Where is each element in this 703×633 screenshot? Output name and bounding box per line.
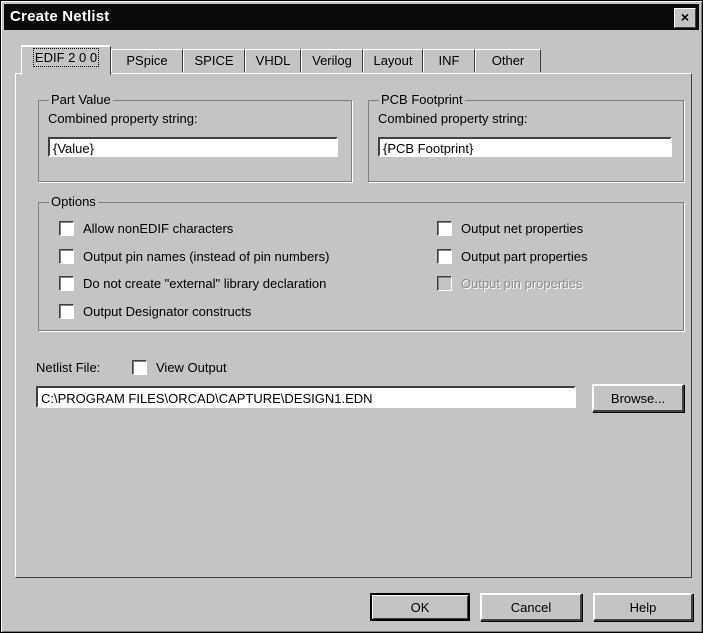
tab-spice-label: SPICE [194, 53, 234, 68]
output-pin-properties-checkbox: Output pin properties [437, 274, 582, 292]
tab-spice[interactable]: SPICE [183, 49, 245, 72]
tab-layout[interactable]: Layout [363, 49, 423, 72]
browse-button-label: Browse... [610, 391, 666, 406]
output-part-properties-label: Output part properties [461, 248, 588, 264]
allow-nonedif-checkbox[interactable]: Allow nonEDIF characters [59, 219, 233, 237]
help-button-label: Help [629, 600, 657, 615]
title-bar: Create Netlist × [4, 4, 699, 30]
output-designator-checkbox[interactable]: Output Designator constructs [59, 302, 251, 320]
checkbox-box[interactable] [59, 275, 74, 291]
output-net-properties-checkbox[interactable]: Output net properties [437, 219, 583, 237]
create-netlist-dialog: Create Netlist × EDIF 2 0 0 PSpice SPICE… [0, 0, 703, 633]
pcb-footprint-label: Combined property string: [378, 111, 528, 126]
netlist-path-input[interactable]: C:\PROGRAM FILES\ORCAD\CAPTURE\DESIGN1.E… [36, 386, 576, 408]
ok-button-label: OK [410, 600, 430, 615]
allow-nonedif-label: Allow nonEDIF characters [83, 220, 234, 236]
tab-panel: Part Value Combined property string: {Va… [15, 73, 692, 578]
tab-pspice-label: PSpice [126, 53, 168, 68]
pcb-footprint-input[interactable]: {PCB Footprint} [378, 137, 672, 157]
tab-vhdl[interactable]: VHDL [245, 49, 301, 72]
part-value-group: Part Value Combined property string: {Va… [38, 92, 352, 182]
ok-button[interactable]: OK [370, 593, 470, 621]
pcb-footprint-group: PCB Footprint Combined property string: … [368, 92, 684, 182]
tab-other[interactable]: Other [475, 49, 541, 72]
close-button[interactable]: × [674, 8, 696, 28]
no-external-library-label: Do not create "external" library declara… [83, 275, 327, 291]
tab-verilog[interactable]: Verilog [301, 49, 363, 72]
pcb-footprint-legend: PCB Footprint [379, 92, 465, 107]
output-pin-names-label: Output pin names (instead of pin numbers… [83, 248, 330, 264]
tab-vhdl-label: VHDL [255, 53, 291, 68]
view-output-checkbox[interactable]: View Output [132, 358, 227, 376]
checkbox-box[interactable] [437, 248, 452, 264]
options-group: Options Allow nonEDIF characters Output … [38, 194, 684, 331]
browse-button[interactable]: Browse... [592, 384, 684, 412]
part-value-input[interactable]: {Value} [48, 137, 338, 157]
tab-inf[interactable]: INF [423, 49, 475, 72]
no-external-library-checkbox[interactable]: Do not create "external" library declara… [59, 274, 326, 292]
tab-other-label: Other [491, 53, 525, 68]
output-part-properties-checkbox[interactable]: Output part properties [437, 247, 587, 265]
checkbox-box[interactable] [59, 248, 74, 264]
help-button[interactable]: Help [593, 593, 693, 621]
tab-verilog-label: Verilog [312, 53, 352, 68]
checkbox-box [437, 275, 452, 291]
tab-inf-label: INF [438, 53, 460, 68]
part-value-label: Combined property string: [48, 111, 198, 126]
dialog-title: Create Netlist [10, 8, 110, 25]
output-designator-label: Output Designator constructs [83, 303, 252, 319]
view-output-label: View Output [156, 359, 227, 375]
output-pin-properties-label: Output pin properties [461, 275, 583, 291]
output-pin-names-checkbox[interactable]: Output pin names (instead of pin numbers… [59, 247, 329, 265]
tab-layout-label: Layout [373, 53, 413, 68]
tab-edif-label: EDIF 2 0 0 [32, 48, 100, 67]
checkbox-box[interactable] [59, 303, 74, 319]
part-value-legend: Part Value [49, 92, 113, 107]
checkbox-box[interactable] [59, 220, 74, 236]
close-icon: × [680, 9, 690, 25]
cancel-button-label: Cancel [510, 600, 552, 615]
checkbox-box[interactable] [132, 359, 147, 375]
tab-pspice[interactable]: PSpice [111, 49, 183, 72]
options-legend: Options [49, 194, 98, 209]
output-net-properties-label: Output net properties [461, 220, 584, 236]
netlist-file-label: Netlist File: [36, 360, 101, 375]
cancel-button[interactable]: Cancel [480, 593, 582, 621]
checkbox-box[interactable] [437, 220, 452, 236]
tab-edif[interactable]: EDIF 2 0 0 [21, 45, 111, 75]
